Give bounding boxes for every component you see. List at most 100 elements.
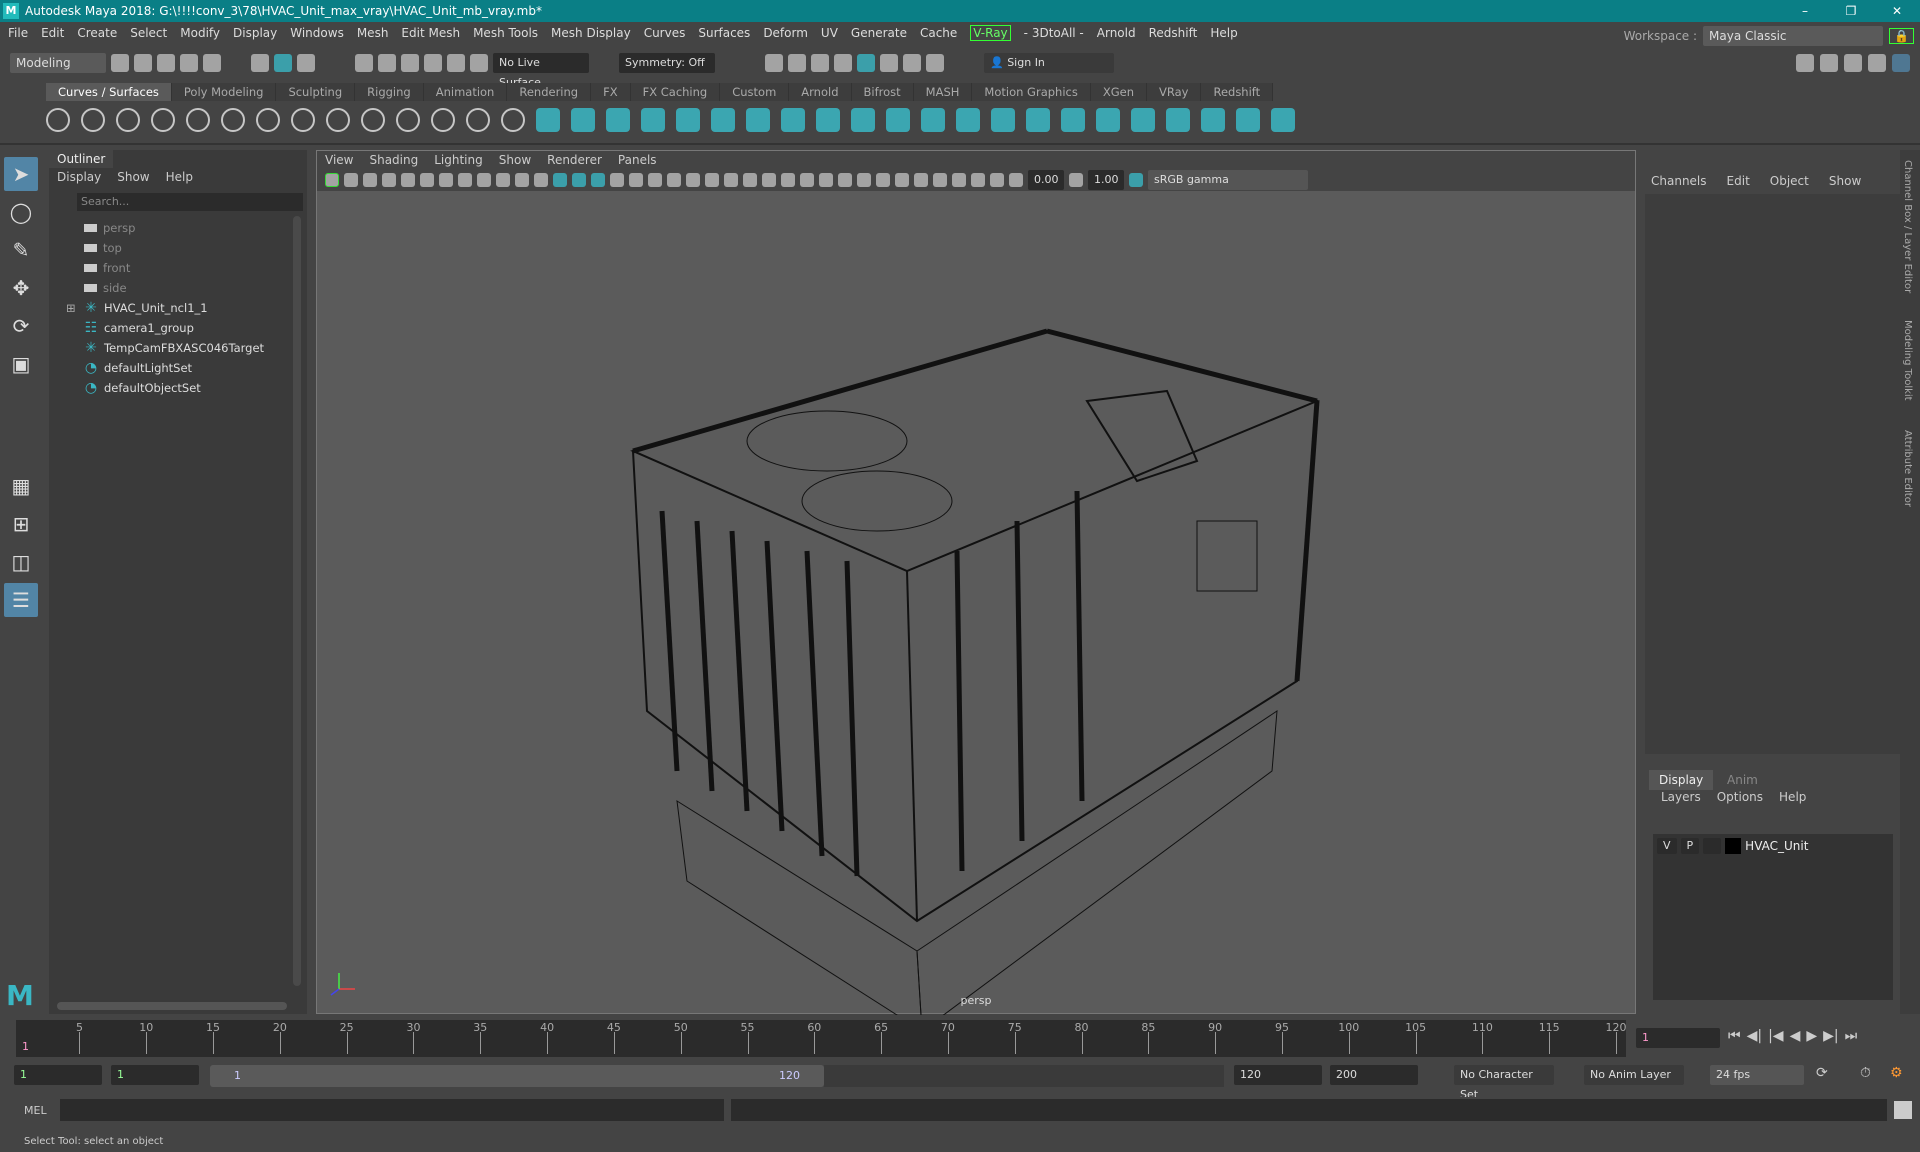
- menu-modify[interactable]: Modify: [180, 26, 220, 40]
- shelf-tool-icon[interactable]: [1166, 108, 1190, 132]
- live-surface-field[interactable]: No Live Surface: [493, 53, 589, 89]
- layer-name[interactable]: HVAC_Unit: [1745, 839, 1808, 853]
- menu-redshift[interactable]: Redshift: [1149, 26, 1198, 40]
- shelf-tab-fx[interactable]: FX: [591, 83, 631, 101]
- layer-row[interactable]: V P HVAC_Unit: [1653, 834, 1893, 858]
- menu-cache[interactable]: Cache: [920, 26, 957, 40]
- single-perspective-icon[interactable]: ▦: [4, 469, 38, 503]
- menu-generate[interactable]: Generate: [851, 26, 907, 40]
- menu-edit[interactable]: Edit: [41, 26, 64, 40]
- hypershade-icon[interactable]: [857, 54, 875, 72]
- loop-icon[interactable]: ⟳: [1816, 1065, 1828, 1081]
- rotate-tool-icon[interactable]: ⟳: [4, 309, 38, 343]
- shelf-tool-icon[interactable]: [81, 108, 105, 132]
- auto-key-icon[interactable]: ⏱: [1860, 1065, 1871, 1081]
- render-view-icon[interactable]: [880, 54, 898, 72]
- outliner-item[interactable]: top: [84, 238, 122, 258]
- outliner-search-input[interactable]: Search...: [77, 193, 303, 211]
- shelf-tool-icon[interactable]: [466, 108, 490, 132]
- modeling-toolkit-icon[interactable]: [1796, 54, 1814, 72]
- go-to-start-icon[interactable]: ⏮: [1728, 1028, 1741, 1044]
- current-frame-field[interactable]: 1: [1636, 1028, 1720, 1048]
- shelf-tool-icon[interactable]: [536, 108, 560, 132]
- anim-layer-dropdown[interactable]: No Anim Layer: [1584, 1065, 1684, 1085]
- shelf-tab-vray[interactable]: VRay: [1147, 83, 1202, 101]
- redo-icon[interactable]: [203, 54, 221, 72]
- snap-grid-icon[interactable]: [355, 54, 373, 72]
- outliner-item[interactable]: ☷ camera1_group: [84, 318, 194, 338]
- type-toggle[interactable]: [1703, 838, 1722, 854]
- shelf-tool-icon[interactable]: [501, 108, 525, 132]
- step-forward-frame-icon[interactable]: ▶|: [1823, 1028, 1838, 1044]
- select-component-icon[interactable]: [297, 54, 315, 72]
- sign-in-button[interactable]: 👤 Sign In: [984, 53, 1114, 73]
- pause-icon[interactable]: [926, 54, 944, 72]
- shelf-tool-icon[interactable]: [1131, 108, 1155, 132]
- shelf-tab-poly-modeling[interactable]: Poly Modeling: [171, 83, 277, 101]
- range-slider[interactable]: 1 120: [210, 1065, 824, 1087]
- playback-start-field[interactable]: 1: [111, 1065, 199, 1085]
- outliner-item[interactable]: ◔ defaultLightSet: [84, 358, 192, 378]
- shelf-tab-sculpting[interactable]: Sculpting: [276, 83, 356, 101]
- outliner-item[interactable]: ✳ TempCamFBXASC046Target: [84, 338, 264, 358]
- shelf-tab-redshift[interactable]: Redshift: [1201, 83, 1274, 101]
- shelf-tab-xgen[interactable]: XGen: [1090, 83, 1147, 101]
- menu-surfaces[interactable]: Surfaces: [698, 26, 750, 40]
- shelf-tool-icon[interactable]: [711, 108, 735, 132]
- menu-display[interactable]: Display: [233, 26, 277, 40]
- save-scene-icon[interactable]: [157, 54, 175, 72]
- help-menu[interactable]: Help: [1779, 790, 1806, 804]
- step-back-key-icon[interactable]: ◀|: [1747, 1028, 1762, 1044]
- outliner-item[interactable]: persp: [84, 218, 135, 238]
- shelf-tool-icon[interactable]: [431, 108, 455, 132]
- menu-mesh-display[interactable]: Mesh Display: [551, 26, 631, 40]
- outliner-menu-show[interactable]: Show: [117, 170, 149, 184]
- step-back-frame-icon[interactable]: |◀: [1768, 1028, 1783, 1044]
- menu-help[interactable]: Help: [1210, 26, 1237, 40]
- shelf-tab-custom[interactable]: Custom: [720, 83, 790, 101]
- render-settings-icon[interactable]: [834, 54, 852, 72]
- select-tool-icon[interactable]: ➤: [4, 157, 38, 191]
- select-hierarchy-icon[interactable]: [251, 54, 269, 72]
- render-frame-icon[interactable]: [765, 54, 783, 72]
- viewport-persp[interactable]: View Shading Lighting Show Renderer Pane…: [316, 150, 1636, 1015]
- shelf-tool-icon[interactable]: [1026, 108, 1050, 132]
- menu-create[interactable]: Create: [77, 26, 117, 40]
- shelf-tool-icon[interactable]: [851, 108, 875, 132]
- menu-deform[interactable]: Deform: [763, 26, 808, 40]
- script-editor-icon[interactable]: [1894, 1101, 1912, 1119]
- minimize-button[interactable]: –: [1782, 0, 1828, 22]
- shelf-tab-motion-graphics[interactable]: Motion Graphics: [972, 83, 1091, 101]
- show-menu[interactable]: Show: [1829, 174, 1861, 188]
- outliner-menu-display[interactable]: Display: [57, 170, 101, 184]
- new-scene-icon[interactable]: [111, 54, 129, 72]
- shelf-tool-icon[interactable]: [641, 108, 665, 132]
- shelf-tab-curves-surfaces[interactable]: Curves / Surfaces: [46, 83, 172, 101]
- shelf-tool-icon[interactable]: [186, 108, 210, 132]
- animation-prefs-icon[interactable]: ⚙: [1890, 1065, 1903, 1081]
- lasso-tool-icon[interactable]: ◯: [4, 195, 38, 229]
- play-forwards-icon[interactable]: ▶: [1806, 1028, 1817, 1044]
- render-sequence-icon[interactable]: [788, 54, 806, 72]
- menu-mesh-tools[interactable]: Mesh Tools: [473, 26, 538, 40]
- scale-tool-icon[interactable]: ▣: [4, 347, 38, 381]
- shelf-tool-icon[interactable]: [1201, 108, 1225, 132]
- shelf-tool-icon[interactable]: [746, 108, 770, 132]
- shelf-tool-icon[interactable]: [1061, 108, 1085, 132]
- channel-box-icon[interactable]: [1892, 54, 1910, 72]
- menu-v-ray[interactable]: V-Ray: [970, 25, 1011, 41]
- shelf-tool-icon[interactable]: [886, 108, 910, 132]
- shelf-tool-icon[interactable]: [396, 108, 420, 132]
- snap-projected-icon[interactable]: [424, 54, 442, 72]
- layers-menu[interactable]: Layers: [1661, 790, 1701, 804]
- menu-curves[interactable]: Curves: [644, 26, 686, 40]
- menu-arnold[interactable]: Arnold: [1097, 26, 1136, 40]
- playback-end-field[interactable]: 120: [1234, 1065, 1322, 1085]
- object-menu[interactable]: Object: [1770, 174, 1809, 188]
- shelf-tool-icon[interactable]: [571, 108, 595, 132]
- vray-icon[interactable]: [903, 54, 921, 72]
- character-set-dropdown[interactable]: No Character Set: [1454, 1065, 1554, 1101]
- shelf-tool-icon[interactable]: [1096, 108, 1120, 132]
- shelf-tool-icon[interactable]: [781, 108, 805, 132]
- snap-view-icon[interactable]: [447, 54, 465, 72]
